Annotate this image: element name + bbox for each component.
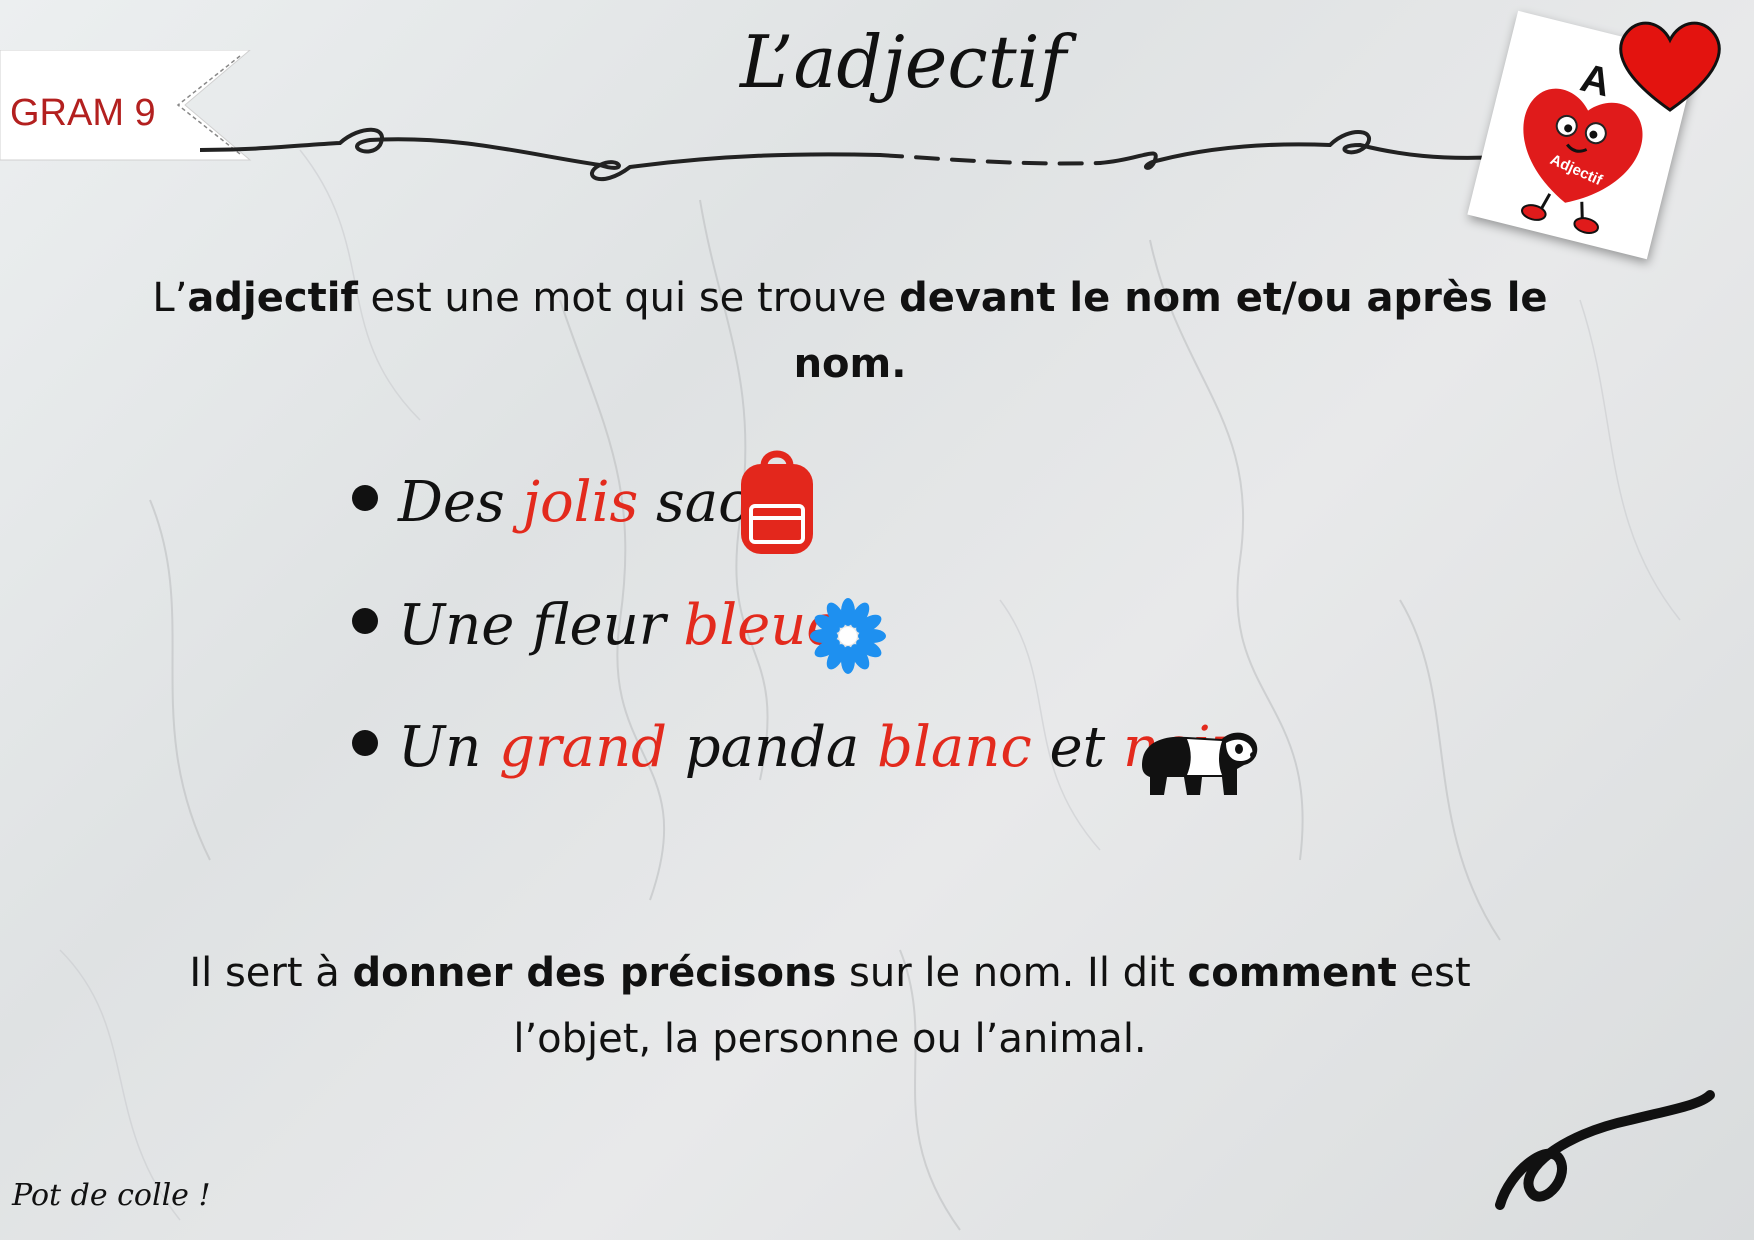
tag-label: GRAM 9 (10, 92, 156, 134)
decorative-string (200, 127, 1500, 182)
footer-credit: Pot de colle ! (12, 1178, 211, 1213)
example-1: Des jolis sacs (398, 470, 779, 535)
flower-icon (810, 598, 886, 674)
card-letter: A (1576, 56, 1615, 106)
explanation-text: Il sert à donner des précisons sur le no… (189, 950, 1471, 1062)
panda-icon (1142, 732, 1258, 795)
backpack-icon (741, 450, 813, 554)
heart-icon (1619, 21, 1721, 112)
example-3: Un grand panda blanc et noir (398, 715, 1237, 780)
page-title: L’adjectif (740, 20, 1067, 104)
example-2: Une fleur bleue (398, 593, 840, 658)
definition-text: L’adjectif est une mot qui se trouve dev… (152, 275, 1548, 387)
corner-flourish (1495, 1090, 1715, 1210)
